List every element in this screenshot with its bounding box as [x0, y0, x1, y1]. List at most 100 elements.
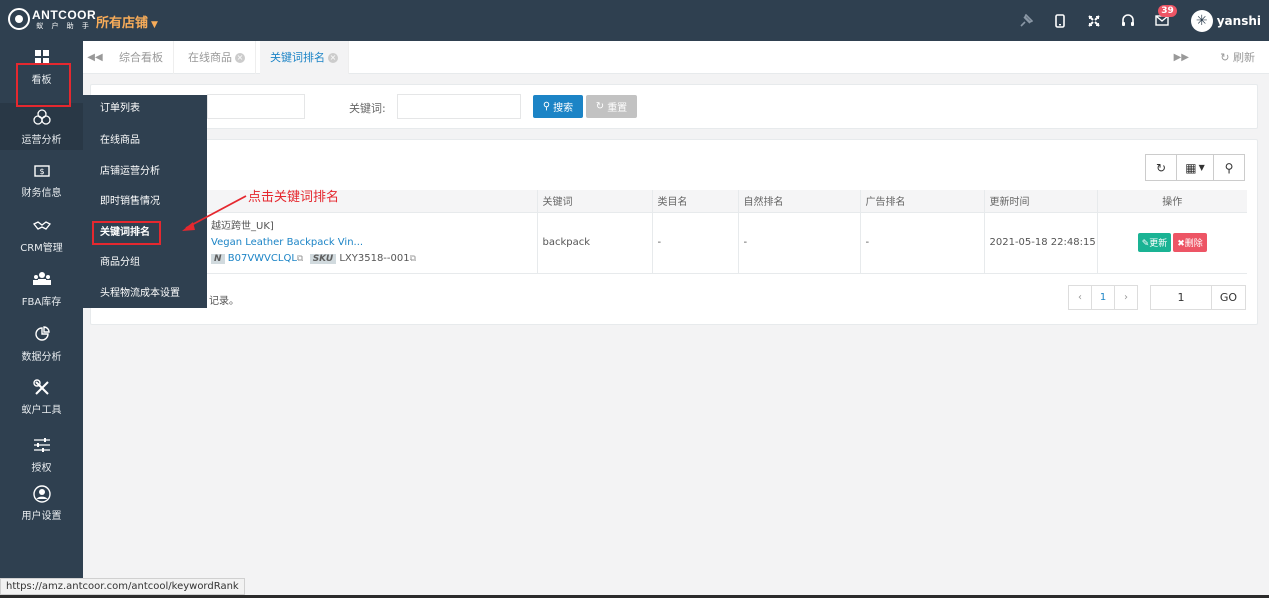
tab-scroll-left-icon[interactable]: ◀◀ — [83, 41, 107, 74]
tab-bar: ◀◀ 综合看板 在线商品 × 关键词排名 × ▶▶ ↻ 刷新 — [83, 41, 1269, 74]
asin-tag: N — [211, 253, 225, 264]
crm-icon — [0, 217, 83, 237]
pagination: ‹ 1 › — [1068, 285, 1138, 310]
tab-keyword-rank[interactable]: 关键词排名 × — [260, 41, 349, 74]
keyword-rank-table: 关键词 类目名 自然排名 广告排名 更新时间 操作 越迈跨世_UK] Vegan… — [206, 190, 1247, 274]
ad-rank-cell: - — [860, 212, 985, 274]
col-updated[interactable]: 更新时间 — [984, 190, 1098, 213]
submenu-item-realtime-sales[interactable]: 即时销售情况 — [100, 194, 160, 210]
sliders-icon — [0, 437, 83, 457]
col-natural-rank[interactable]: 自然排名 — [738, 190, 861, 213]
col-ad-rank[interactable]: 广告排名 — [860, 190, 985, 213]
sku-value: LXY3518--001 — [339, 252, 410, 264]
svg-text:$: $ — [39, 167, 44, 176]
store-selector[interactable]: 所有店铺 ▼ — [96, 12, 158, 31]
copy-icon[interactable]: ⧉ — [410, 254, 416, 264]
table-search-button[interactable]: ⚲ — [1213, 154, 1245, 181]
prev-page-button[interactable]: ‹ — [1068, 285, 1092, 310]
top-bar: ANTCOOR 蚁 户 助 手 所有店铺 ▼ 39 ✳ yanshi — [0, 0, 1269, 41]
username: yanshi — [1216, 13, 1261, 28]
grid-icon: ▦ — [1185, 160, 1197, 175]
reset-icon: ↻ — [595, 101, 605, 112]
sidebar-item-data-analysis[interactable]: 数据分析 — [0, 326, 83, 366]
reload-table-button[interactable]: ↻ — [1145, 154, 1177, 181]
finance-icon: $ — [0, 162, 83, 182]
actions-cell: ✎更新 ✖删除 — [1097, 212, 1247, 274]
tab-close-icon[interactable]: × — [235, 53, 245, 63]
go-button[interactable]: GO — [1211, 285, 1246, 310]
asin-link[interactable]: B07VWVCLQL — [228, 253, 297, 264]
refresh-icon: ↻ — [1155, 160, 1167, 175]
table-row: 越迈跨世_UK] Vegan Leather Backpack Vin... N… — [206, 212, 1247, 274]
submenu-item-orders[interactable]: 订单列表 — [100, 101, 140, 117]
logo[interactable]: ANTCOOR 蚁 户 助 手 — [8, 8, 96, 30]
tab-online-products[interactable]: 在线商品 × — [178, 41, 256, 74]
pin-icon[interactable] — [1009, 0, 1043, 41]
keyword-input[interactable] — [397, 94, 521, 119]
search-icon: ⚲ — [1224, 160, 1234, 175]
chart-icon — [0, 326, 83, 346]
tools-icon — [0, 379, 83, 399]
refresh-button[interactable]: ↻ 刷新 — [1220, 41, 1255, 74]
operations-highlight-box — [16, 63, 71, 107]
col-category[interactable]: 类目名 — [652, 190, 739, 213]
table-toolbar: ↻ ▦ ▼ ⚲ — [1145, 154, 1245, 181]
operations-icon — [0, 109, 83, 129]
results-panel: ↻ ▦ ▼ ⚲ 关键词 类目名 自然排名 广告排名 更新时间 操作 越迈跨世_UK… — [90, 139, 1258, 325]
caret-down-icon: ▼ — [1198, 163, 1205, 172]
keyword-rank-highlight-box — [92, 221, 161, 245]
tab-close-icon[interactable]: × — [328, 53, 338, 63]
copy-icon[interactable]: ⧉ — [297, 254, 303, 264]
logo-subtext: 蚁 户 助 手 — [36, 21, 92, 30]
keyword-cell: backpack — [537, 212, 653, 274]
notification-badge: 39 — [1158, 5, 1177, 17]
category-cell: - — [652, 212, 739, 274]
sidebar-item-finance[interactable]: $ 财务信息 — [0, 162, 83, 202]
sidebar-item-auth[interactable]: 授权 — [0, 437, 83, 477]
mail-icon[interactable]: 39 — [1145, 0, 1179, 41]
page-number[interactable]: 1 — [1091, 285, 1115, 310]
reset-button[interactable]: ↻ 重置 — [586, 95, 637, 118]
search-button[interactable]: ⚲ 搜索 — [533, 95, 583, 118]
tab-scroll-right-icon[interactable]: ▶▶ — [1174, 41, 1189, 74]
avatar: ✳ — [1190, 9, 1213, 32]
col-keyword[interactable]: 关键词 — [537, 190, 653, 213]
sidebar: 看板 运营分析 $ 财务信息 CRM管理 FBA库存 数据分析 蚁户工具 授权 … — [0, 41, 83, 598]
search-panel: 关键词: ⚲ 搜索 ↻ 重置 — [90, 84, 1258, 129]
mobile-icon[interactable] — [1043, 0, 1077, 41]
user-menu[interactable]: ✳ yanshi — [1179, 9, 1269, 32]
update-button[interactable]: ✎更新 — [1137, 233, 1172, 252]
user-icon — [0, 485, 83, 505]
annotation-text: 点击关键词排名 — [248, 190, 340, 205]
submenu-item-logistics-cost[interactable]: 头程物流成本设置 — [100, 286, 180, 302]
updated-cell: 2021-05-18 22:48:15 — [984, 212, 1098, 274]
logo-mark-icon — [8, 8, 30, 30]
natural-rank-cell: - — [738, 212, 861, 274]
page-jump-input[interactable]: 1 — [1150, 285, 1212, 310]
sidebar-item-user-settings[interactable]: 用户设置 — [0, 485, 83, 525]
sidebar-item-crm[interactable]: CRM管理 — [0, 217, 83, 257]
submenu-item-product-groups[interactable]: 商品分组 — [100, 255, 140, 271]
columns-button[interactable]: ▦ ▼ — [1176, 154, 1214, 181]
sidebar-item-operations[interactable]: 运营分析 — [0, 103, 83, 150]
status-url: https://amz.antcoor.com/antcool/keywordR… — [0, 578, 245, 595]
records-summary: 记录。 — [209, 296, 239, 307]
delete-button[interactable]: ✖删除 — [1173, 233, 1207, 252]
next-page-button[interactable]: › — [1114, 285, 1138, 310]
sku-tag: SKU — [309, 253, 337, 264]
filter-input[interactable] — [207, 94, 305, 119]
sidebar-item-tools[interactable]: 蚁户工具 — [0, 379, 83, 419]
annotation-arrow-icon — [182, 195, 247, 231]
product-title-link[interactable]: Vegan Leather Backpack Vin... — [211, 235, 537, 251]
logo-text: ANTCOOR — [32, 7, 97, 22]
submenu-item-online-products[interactable]: 在线商品 — [100, 133, 140, 149]
fullscreen-icon[interactable] — [1077, 0, 1111, 41]
col-actions: 操作 — [1097, 190, 1247, 213]
product-store: 越迈跨世_UK] — [211, 220, 274, 232]
product-cell: 越迈跨世_UK] Vegan Leather Backpack Vin... N… — [206, 212, 538, 274]
submenu-item-store-analysis[interactable]: 店铺运营分析 — [100, 164, 160, 180]
close-icon: ✖ — [1177, 239, 1185, 249]
headset-icon[interactable] — [1111, 0, 1145, 41]
sidebar-item-fba[interactable]: FBA库存 — [0, 271, 83, 311]
tab-dashboard[interactable]: 综合看板 — [109, 41, 174, 74]
